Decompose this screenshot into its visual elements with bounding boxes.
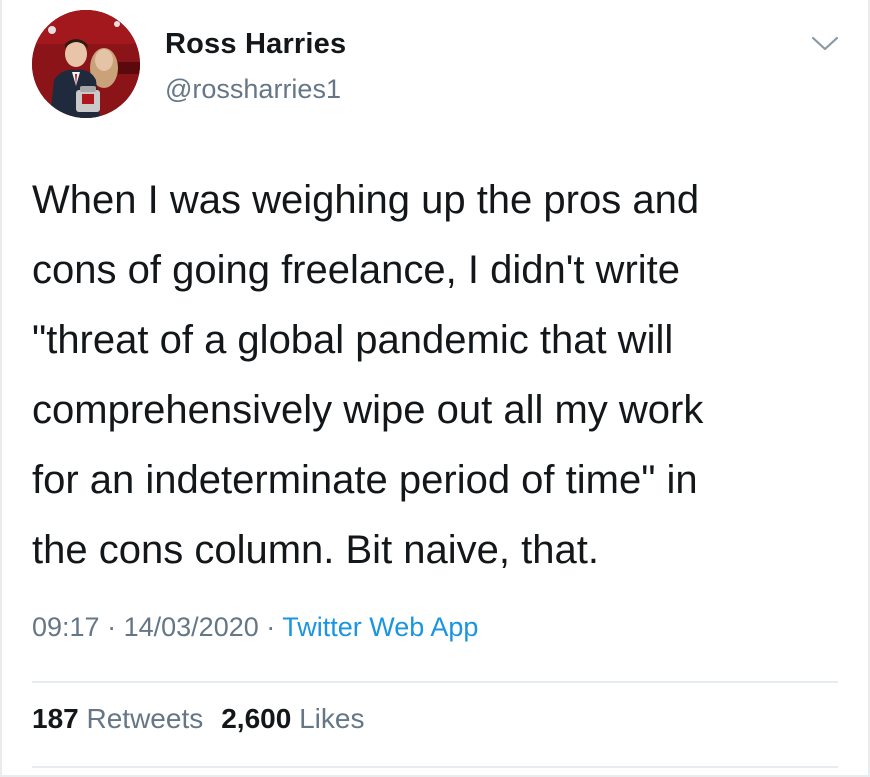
tweet-time[interactable]: 09:17: [32, 612, 100, 642]
meta-separator: ·: [107, 612, 117, 642]
likes-count: 2,600: [221, 703, 292, 734]
tweet-text-line: comprehensively wipe out all my work: [32, 388, 704, 432]
divider: [32, 766, 838, 768]
retweets-count: 187: [32, 703, 79, 734]
chevron-down-icon[interactable]: [808, 30, 842, 56]
profile-photo-icon: [32, 10, 140, 118]
tweet-date[interactable]: 14/03/2020: [124, 612, 259, 642]
tweet-text-line: for an indeterminate period of time" in: [32, 458, 698, 502]
divider: [32, 681, 838, 683]
meta-separator: ·: [266, 612, 276, 642]
tweet-metadata: 09:17 · 14/03/2020 · Twitter Web App: [32, 612, 478, 643]
tweet-text: When I was weighing up the pros and cons…: [32, 165, 852, 585]
tweet-source-link[interactable]: Twitter Web App: [282, 612, 478, 642]
display-name[interactable]: Ross Harries: [165, 28, 346, 61]
user-handle[interactable]: @rossharries1: [165, 74, 341, 105]
tweet-text-line: the cons column. Bit naive, that.: [32, 528, 599, 572]
likes-label: Likes: [299, 703, 365, 734]
tweet-stats: 187 Retweets 2,600 Likes: [32, 703, 364, 735]
avatar[interactable]: [32, 10, 140, 118]
tweet-text-line: "threat of a global pandemic that will: [32, 318, 674, 362]
retweets-stat[interactable]: 187 Retweets: [32, 703, 203, 734]
tweet-text-line: When I was weighing up the pros and: [32, 178, 700, 222]
retweets-label: Retweets: [86, 703, 204, 734]
tweet-text-line: cons of going freelance, I didn't write: [32, 248, 681, 292]
tweet-card: Ross Harries @rossharries1 When I was we…: [0, 0, 870, 777]
likes-stat[interactable]: 2,600 Likes: [221, 703, 364, 734]
